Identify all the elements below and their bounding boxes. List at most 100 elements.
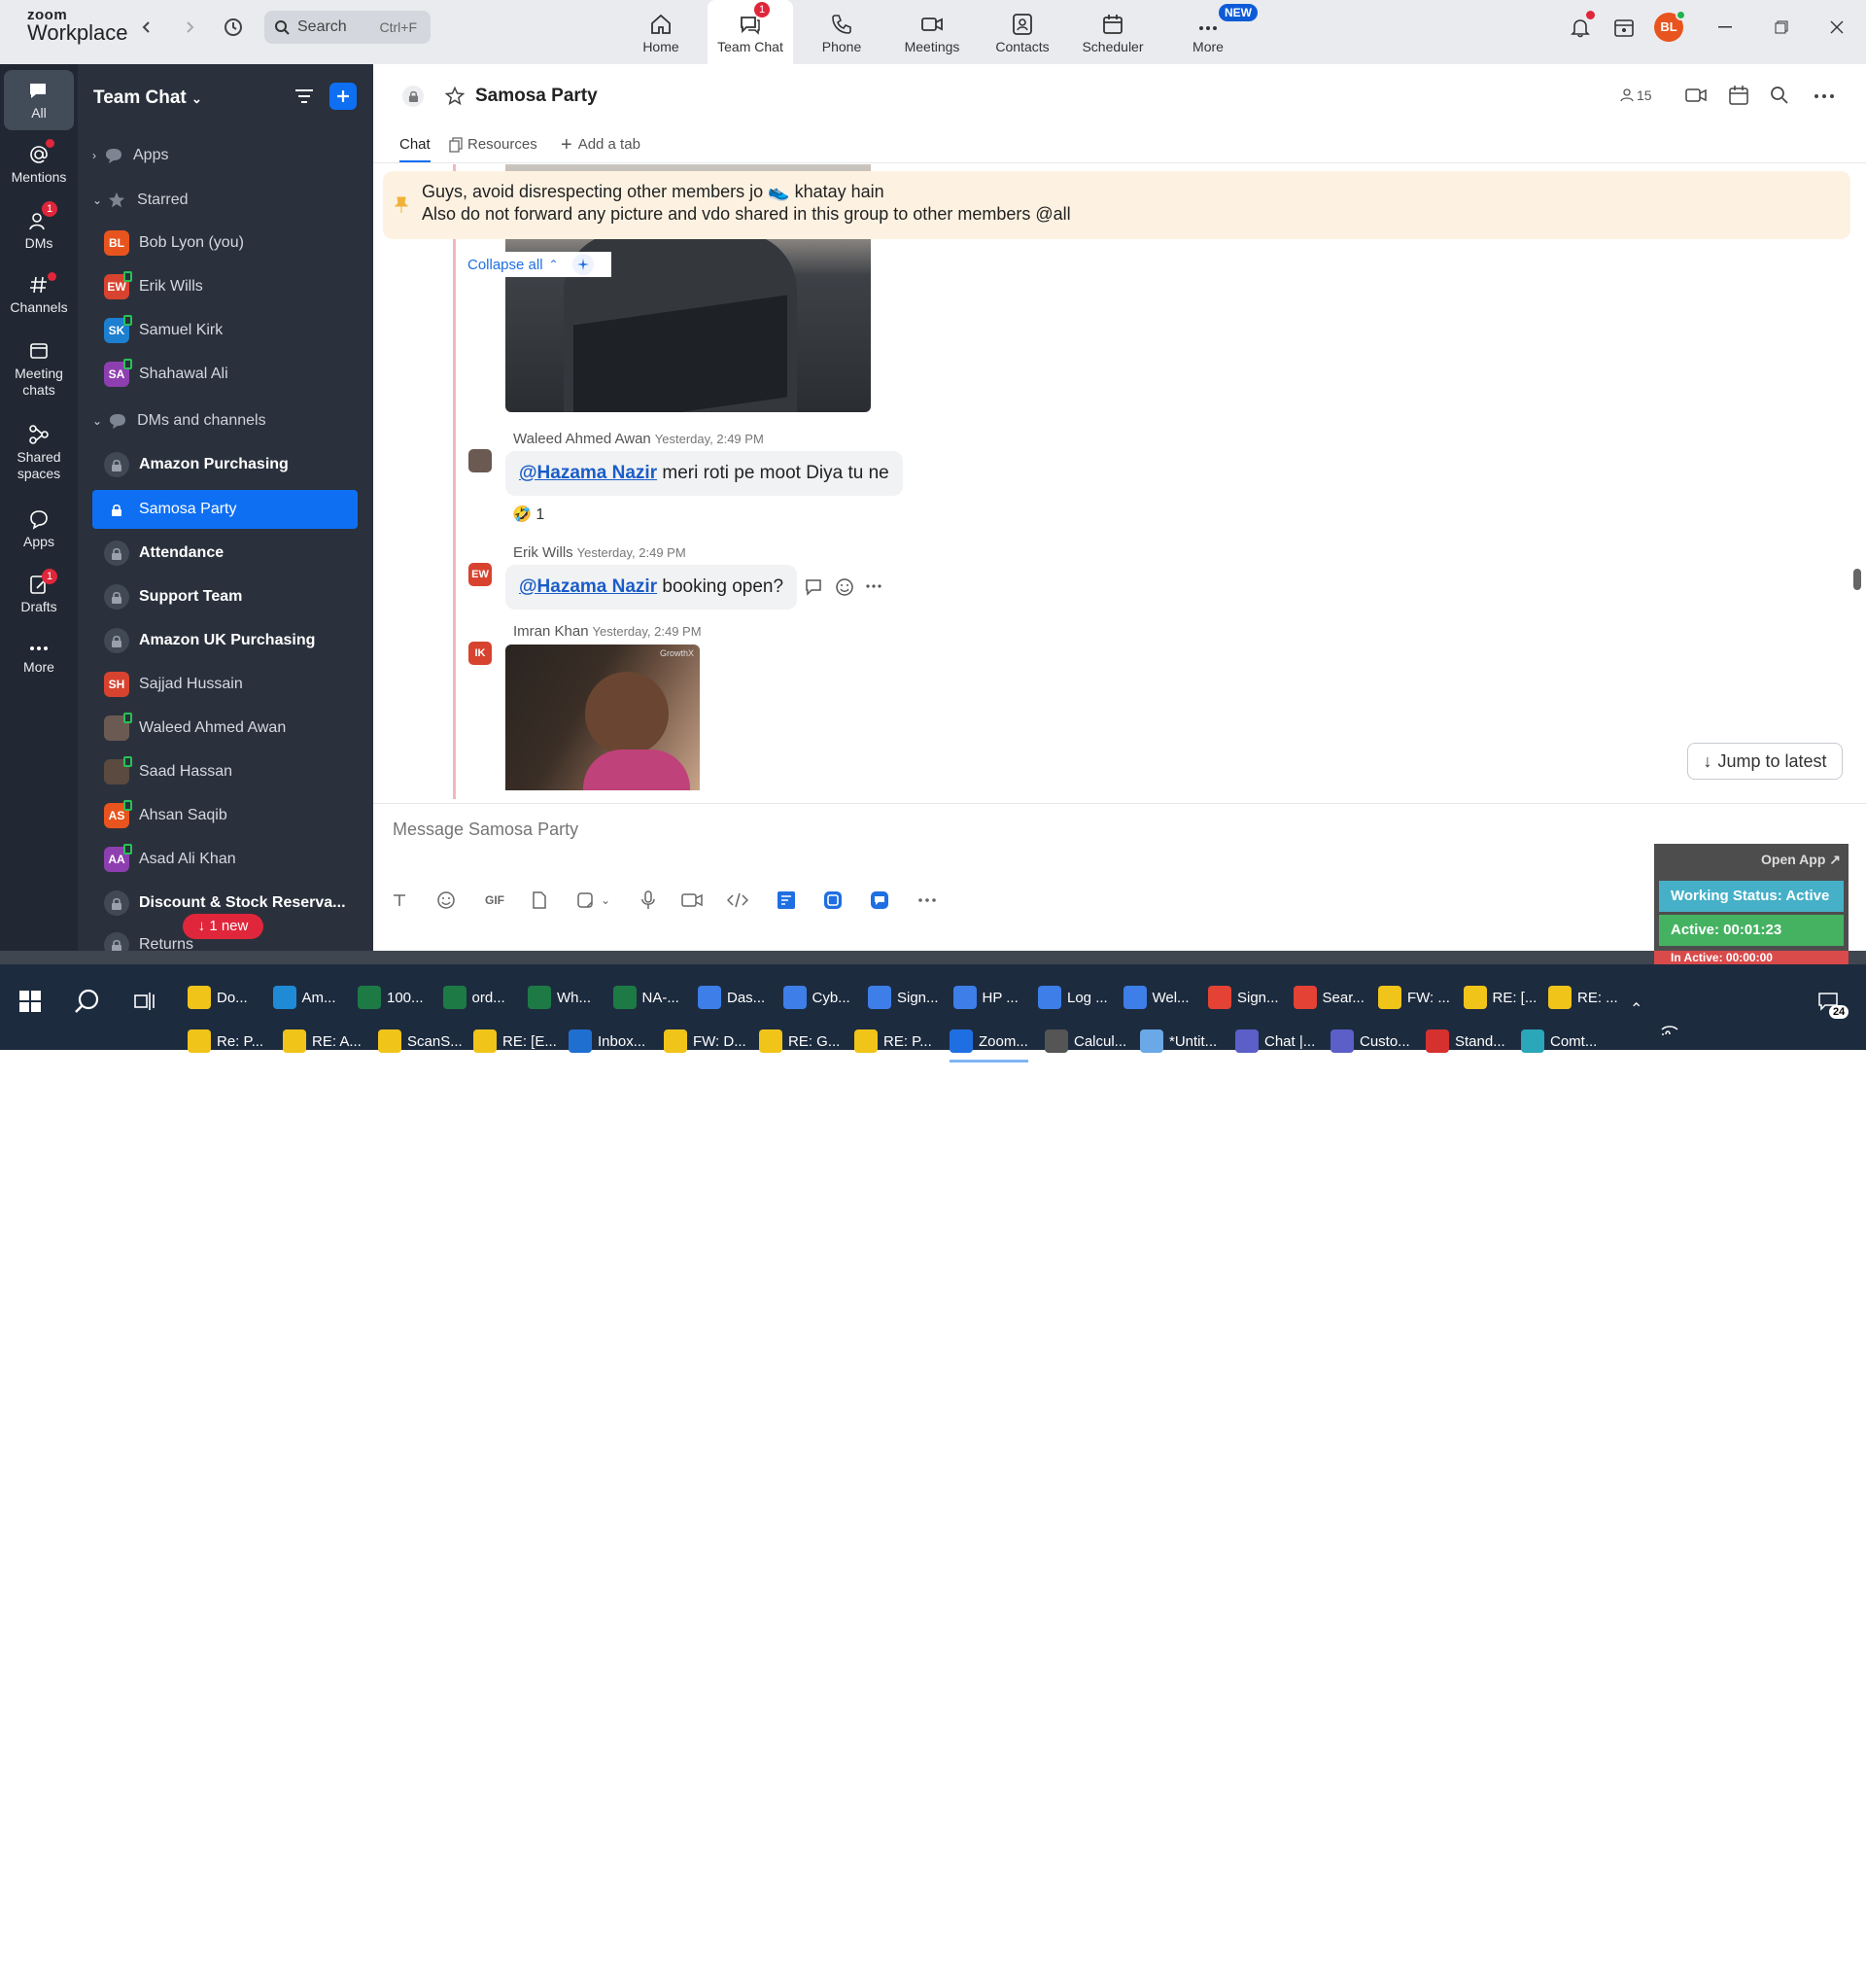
filter-icon[interactable]: [294, 86, 315, 107]
star-outline-icon[interactable]: [445, 87, 465, 106]
format-text-icon[interactable]: [387, 888, 412, 913]
emoji-icon[interactable]: [433, 888, 459, 913]
sidebar-item-waleed-ahmed-awan[interactable]: Waleed Ahmed Awan: [92, 709, 358, 748]
sidebar-item-amazon-purchasing[interactable]: Amazon Purchasing: [92, 445, 358, 484]
jump-to-latest-button[interactable]: ↓ Jump to latest: [1687, 743, 1843, 780]
windows-start-icon[interactable]: [19, 991, 41, 1012]
rail-channels[interactable]: Channels: [0, 274, 78, 316]
taskbar-app-button[interactable]: Wh...: [528, 980, 591, 1015]
sidebar-item-saad-hassan[interactable]: Saad Hassan: [92, 752, 358, 791]
sidebar-item-amazon-uk-purchasing[interactable]: Amazon UK Purchasing: [92, 621, 358, 660]
taskbar-app-button[interactable]: RE: [E...: [473, 1024, 557, 1059]
taskbar-app-button[interactable]: HP ...: [952, 980, 1019, 1015]
app-chat-icon[interactable]: [867, 888, 892, 913]
rail-meeting-chats[interactable]: Meeting chats: [0, 340, 78, 399]
taskbar-app-button[interactable]: Cyb...: [782, 980, 850, 1015]
chevron-up-icon[interactable]: ⌃: [1630, 999, 1642, 1019]
taskbar-app-button[interactable]: Chat |...: [1235, 1024, 1315, 1059]
taskbar-app-button[interactable]: ScanS...: [378, 1024, 463, 1059]
avatar[interactable]: [468, 449, 492, 472]
message-more-icon[interactable]: [866, 584, 881, 588]
app-integration-icon[interactable]: [820, 888, 846, 913]
history-icon[interactable]: [222, 16, 245, 39]
sidebar-item-support-team[interactable]: Support Team: [92, 577, 358, 616]
taskbar-app-button[interactable]: ord...: [442, 980, 505, 1015]
reply-icon[interactable]: [805, 578, 824, 596]
search-icon[interactable]: [1770, 86, 1789, 105]
scrollbar-thumb[interactable]: [1853, 569, 1861, 590]
taskbar-app-button[interactable]: Sign...: [868, 980, 939, 1015]
members-button[interactable]: 15: [1620, 87, 1652, 103]
nav-phone[interactable]: Phone: [799, 0, 884, 60]
network-icon[interactable]: [1660, 1021, 1679, 1036]
taskbar-app-button[interactable]: *Untit...: [1140, 1024, 1217, 1059]
taskbar-app-button[interactable]: 100...: [358, 980, 424, 1015]
video-message-icon[interactable]: [679, 888, 705, 913]
taskbar-app-button[interactable]: RE: [...: [1463, 980, 1537, 1015]
sidebar-item-ahsan-saqib[interactable]: AS Ahsan Saqib: [92, 796, 358, 835]
tab-chat[interactable]: Chat: [399, 136, 431, 162]
avatar[interactable]: IK: [468, 642, 492, 665]
video-call-icon[interactable]: [1685, 86, 1707, 105]
rail-more[interactable]: More: [0, 642, 78, 676]
taskbar-app-button[interactable]: Inbox...: [569, 1024, 645, 1059]
rail-shared-spaces[interactable]: Shared spaces: [0, 424, 78, 482]
new-messages-pill[interactable]: ↓ 1 new: [183, 914, 263, 939]
shared-gif[interactable]: GrowthX: [505, 645, 700, 790]
taskbar-app-button[interactable]: RE: P...: [854, 1024, 932, 1059]
taskbar-app-button[interactable]: FW: D...: [664, 1024, 746, 1059]
add-tab-button[interactable]: + Add a tab: [561, 135, 640, 155]
taskbar-app-button[interactable]: Sear...: [1293, 980, 1365, 1015]
avatar[interactable]: EW: [468, 563, 492, 586]
collapse-all-button[interactable]: Collapse all ⌃: [456, 252, 611, 277]
calendar-widget-icon[interactable]: [1612, 16, 1636, 39]
message-input[interactable]: [393, 820, 1365, 840]
tab-resources[interactable]: Resources: [449, 136, 537, 153]
taskbar-app-button[interactable]: Calcul...: [1045, 1024, 1126, 1059]
section-starred[interactable]: ⌄ Starred: [92, 192, 189, 209]
code-snippet-icon[interactable]: [725, 888, 750, 913]
new-chat-button[interactable]: [329, 83, 357, 110]
taskbar-app-button[interactable]: RE: ...: [1548, 980, 1618, 1015]
channel-title[interactable]: Samosa Party: [475, 86, 598, 107]
message-bubble[interactable]: @Hazama Nazir meri roti pe moot Diya tu …: [505, 451, 903, 496]
taskbar-app-button[interactable]: RE: G...: [759, 1024, 840, 1059]
nav-home[interactable]: Home: [618, 0, 704, 60]
search-icon[interactable]: [74, 988, 101, 1015]
restore-button[interactable]: [1767, 16, 1796, 39]
system-clock[interactable]: Thursday 7/17/2025: [1703, 1928, 1819, 1988]
back-arrow-icon[interactable]: [135, 16, 158, 39]
rail-all[interactable]: All: [4, 70, 74, 130]
sidebar-item-sajjad-hussain[interactable]: SH Sajjad Hussain: [92, 665, 358, 704]
nav-scheduler[interactable]: Scheduler: [1070, 0, 1156, 60]
taskbar-app-button[interactable]: NA-...: [612, 980, 679, 1015]
file-icon[interactable]: [527, 888, 552, 913]
nav-contacts[interactable]: Contacts: [980, 0, 1065, 60]
more-options-icon[interactable]: [1814, 93, 1835, 99]
rail-drafts[interactable]: Drafts: [0, 574, 78, 615]
taskbar-app-button[interactable]: FW: ...: [1378, 980, 1450, 1015]
search-input[interactable]: Search Ctrl+F: [264, 11, 431, 44]
calendar-icon[interactable]: [1728, 85, 1749, 106]
taskbar-app-button[interactable]: Am...: [272, 980, 336, 1015]
sidebar-item-shahawal-ali[interactable]: SA Shahawal Ali: [92, 355, 358, 394]
taskbar-app-button[interactable]: Custo...: [1330, 1024, 1410, 1059]
close-button[interactable]: [1822, 16, 1851, 39]
taskbar-app-button[interactable]: Das...: [698, 980, 765, 1015]
taskbar-app-button[interactable]: Zoom...: [950, 1024, 1028, 1063]
sidebar-item-bob-lyon[interactable]: BL Bob Lyon (you): [92, 224, 358, 262]
section-apps[interactable]: › Apps: [92, 147, 168, 164]
taskbar-app-button[interactable]: Sign...: [1208, 980, 1279, 1015]
open-app-link[interactable]: Open App ↗: [1761, 852, 1841, 868]
sidebar-item-samosa-party[interactable]: Samosa Party: [92, 490, 358, 529]
minimize-button[interactable]: [1710, 16, 1740, 39]
taskbar-app-button[interactable]: Comt...: [1521, 1024, 1597, 1059]
app-docs-icon[interactable]: [774, 888, 799, 913]
gif-icon[interactable]: GIF: [480, 888, 509, 913]
sidebar-item-asad-ali-khan[interactable]: AA Asad Ali Khan: [92, 840, 358, 879]
message-bubble[interactable]: @Hazama Nazir booking open?: [505, 565, 798, 610]
section-dms-channels[interactable]: ⌄ DMs and channels: [92, 412, 266, 430]
message-list[interactable]: Guys, avoid disrespecting other members …: [373, 164, 1850, 799]
nav-more[interactable]: NEW More: [1165, 0, 1258, 60]
forward-arrow-icon[interactable]: [178, 16, 201, 39]
